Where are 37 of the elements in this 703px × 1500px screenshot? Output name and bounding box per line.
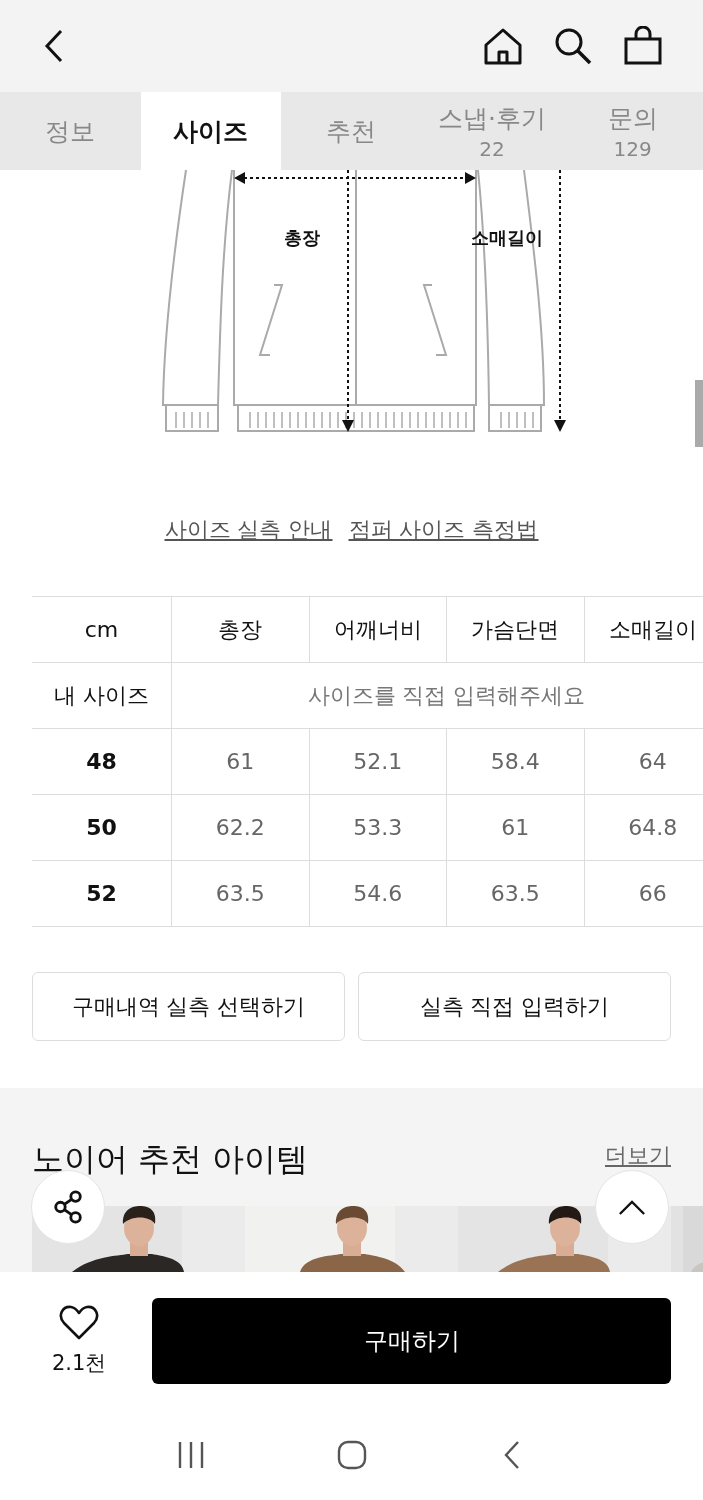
- column-header: 가슴단면: [446, 596, 584, 663]
- shopping-bag-icon[interactable]: [623, 26, 663, 66]
- section-title: 노이어 추천 아이템: [32, 1139, 309, 1180]
- back-icon[interactable]: [44, 29, 64, 63]
- table-cell: 63.5: [171, 860, 309, 927]
- table-cell: 52.1: [309, 728, 447, 795]
- table-cell: 62.2: [171, 794, 309, 861]
- table-cell: 53.3: [309, 794, 447, 861]
- chevron-up-icon: [618, 1199, 646, 1215]
- column-header: 소매길이: [584, 596, 703, 663]
- table-cell: 61: [171, 728, 309, 795]
- home-button-icon[interactable]: [336, 1440, 367, 1470]
- guide-link[interactable]: 점퍼 사이즈 측정법: [348, 515, 539, 545]
- like-count: 2.1천: [52, 1350, 107, 1377]
- table-cell: 50: [32, 794, 172, 861]
- heart-icon[interactable]: [59, 1305, 100, 1341]
- table-cell: 61: [446, 794, 584, 861]
- guide-link[interactable]: 사이즈 실측 안내: [164, 515, 333, 545]
- column-header: 어깨너비: [309, 596, 447, 663]
- column-header: cm: [32, 596, 172, 663]
- table-cell: 52: [32, 860, 172, 927]
- table-cell: 54.6: [309, 860, 447, 927]
- share-icon: [51, 1190, 85, 1224]
- table-cell: 58.4: [446, 728, 584, 795]
- column-header: 총장: [171, 596, 309, 663]
- table-cell: 63.5: [446, 860, 584, 927]
- size-input-field[interactable]: 사이즈를 직접 입력해주세요: [172, 663, 703, 728]
- tab[interactable]: 사이즈: [140, 92, 282, 170]
- row-header: 내 사이즈: [32, 662, 172, 729]
- home-icon[interactable]: [483, 26, 523, 66]
- measure-button[interactable]: 구매내역 실측 선택하기: [32, 972, 345, 1041]
- table-cell: 48: [32, 728, 172, 795]
- scrollbar[interactable]: [695, 380, 703, 447]
- search-icon[interactable]: [553, 26, 593, 66]
- measure-button[interactable]: 실측 직접 입력하기: [358, 972, 671, 1041]
- buy-button[interactable]: 구매하기: [152, 1298, 671, 1384]
- more-link[interactable]: 더보기: [605, 1144, 671, 1168]
